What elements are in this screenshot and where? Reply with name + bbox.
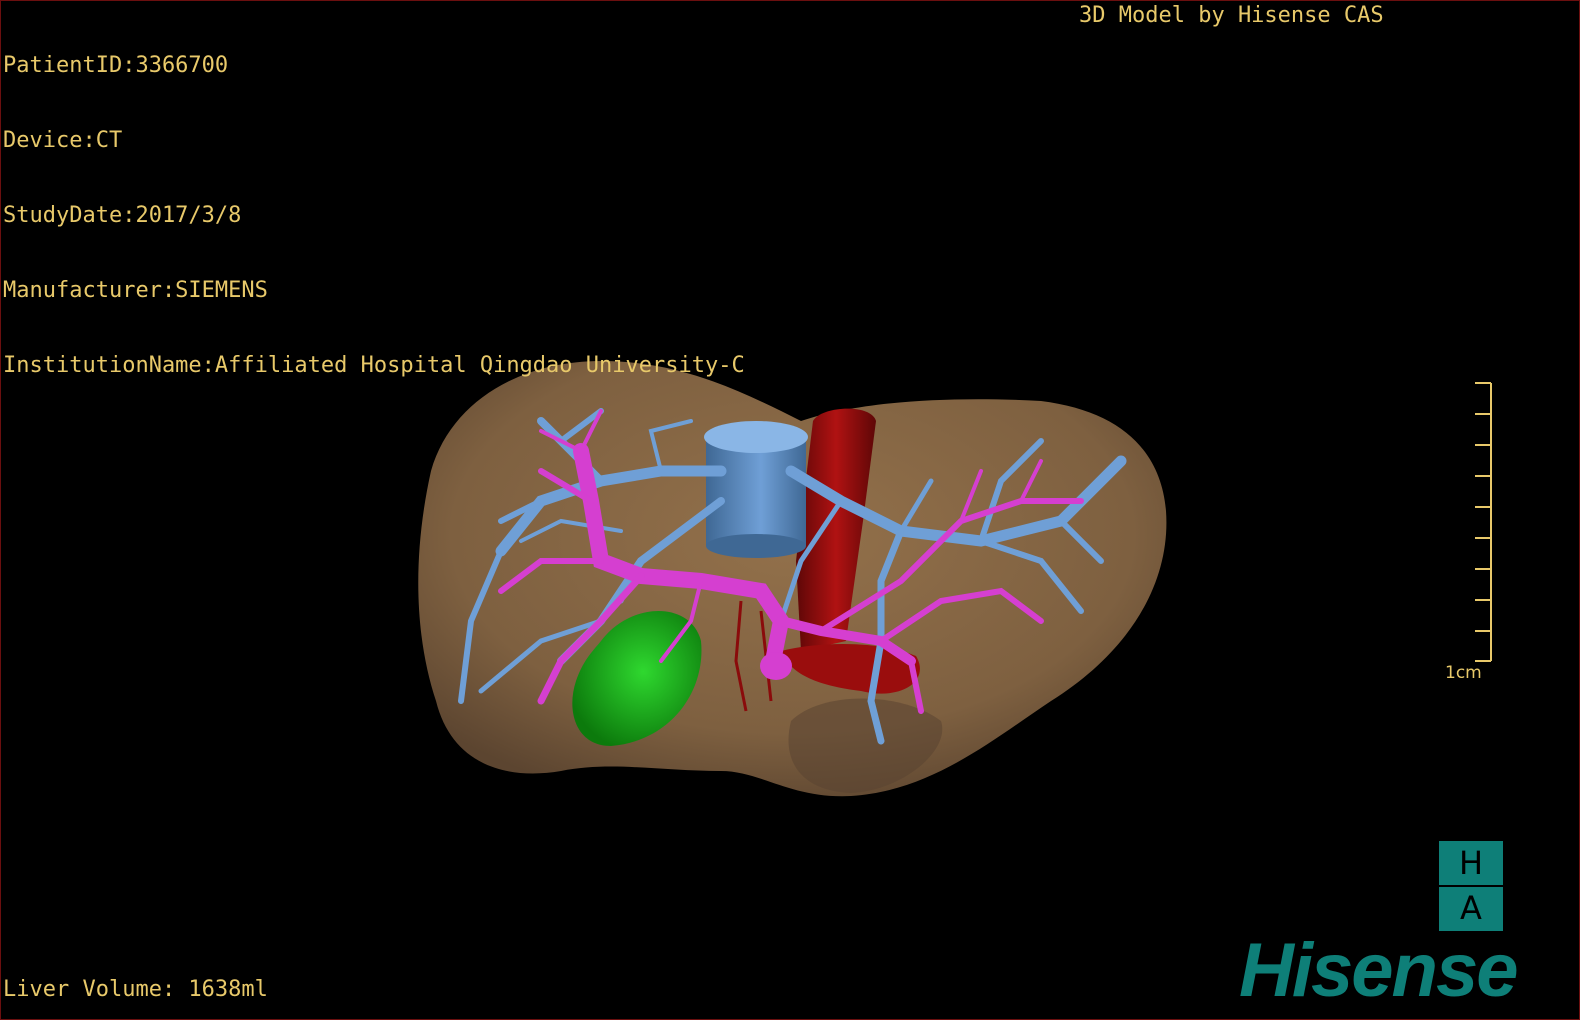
scale-bar-label: 1cm	[1445, 663, 1482, 683]
3d-viewport[interactable]: PatientID:3366700 Device:CT StudyDate:20…	[0, 0, 1580, 1020]
ha-logo-icon: H A	[1439, 841, 1503, 931]
patient-id: PatientID:3366700	[3, 53, 229, 78]
ha-logo-letter-a: A	[1460, 889, 1482, 927]
portal-vein-confluence	[760, 652, 792, 680]
institution-name: InstitutionName:Affiliated Hospital Qing…	[3, 353, 745, 378]
hisense-wordmark: Hisense	[1239, 928, 1518, 1013]
model-credit: 3D Model by Hisense CAS	[1079, 3, 1384, 28]
manufacturer: Manufacturer:SIEMENS	[3, 278, 268, 303]
liver-volume: Liver Volume: 1638ml	[3, 977, 268, 1002]
hepatic-vein-trunk	[704, 421, 808, 558]
dicom-info-overlay: PatientID:3366700 Device:CT StudyDate:20…	[3, 3, 745, 428]
study-date: StudyDate:2017/3/8	[3, 203, 242, 228]
device: Device:CT	[3, 128, 123, 153]
scale-bar	[1475, 382, 1492, 662]
ha-logo-letter-h: H	[1458, 844, 1484, 882]
